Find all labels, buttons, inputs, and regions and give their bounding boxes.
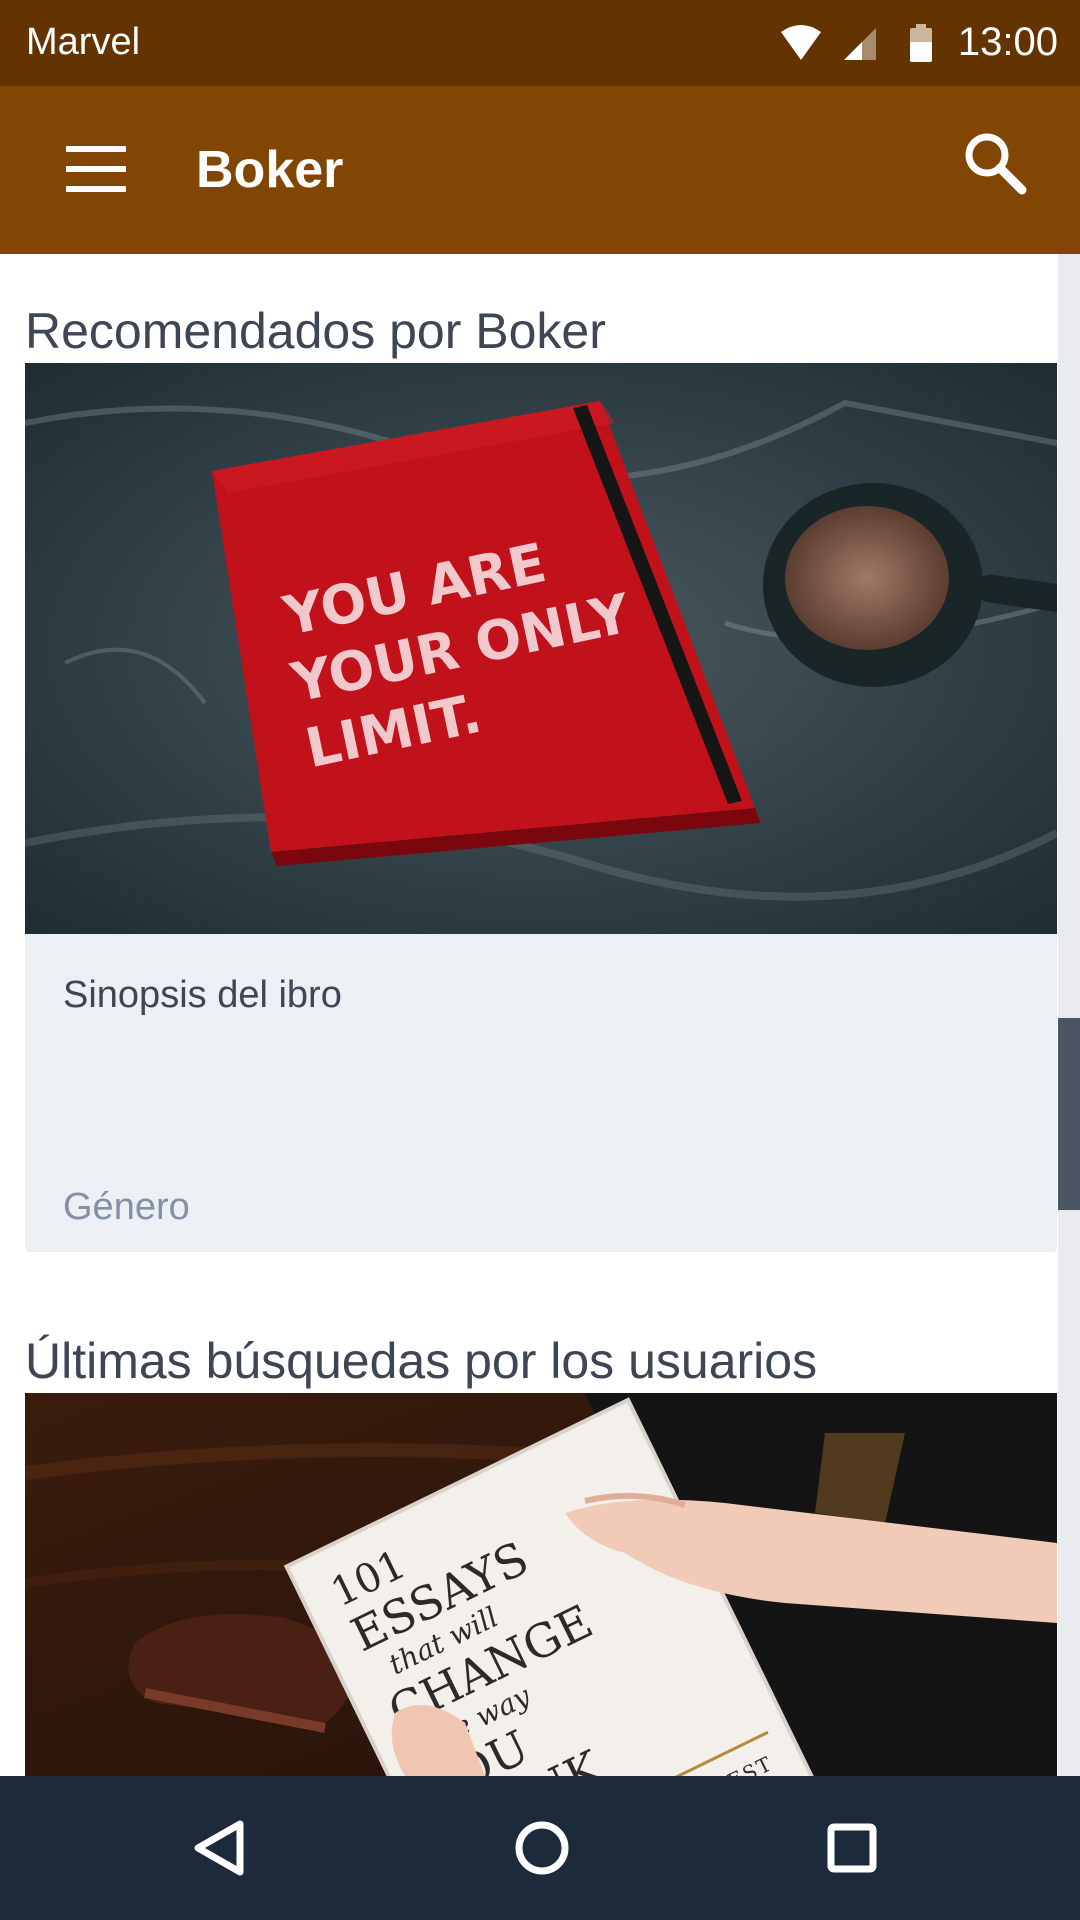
wifi-icon: [781, 25, 821, 60]
status-time: 13:00: [957, 20, 1058, 64]
content-scroll-area[interactable]: Recomendados por Boker YOU ARE YOUR ONLY…: [0, 254, 1080, 1776]
app-title: Boker: [196, 141, 344, 199]
recommended-book-info[interactable]: Sinopsis del ibro Género: [25, 934, 1057, 1252]
recents-icon[interactable]: [802, 1798, 902, 1898]
battery-icon: [910, 24, 932, 62]
app-bar: Boker: [0, 86, 1080, 254]
section-title-latest: Últimas búsquedas por los usuarios: [25, 1333, 818, 1389]
book-genre[interactable]: Género: [63, 1186, 190, 1229]
status-app-name: Marvel: [26, 21, 141, 63]
search-icon[interactable]: [956, 124, 1036, 204]
recommended-book-image[interactable]: YOU ARE YOUR ONLY LIMIT.: [25, 363, 1057, 934]
status-icons: [780, 22, 960, 64]
status-bar: Marvel 13:00: [0, 0, 1080, 86]
scrollbar-track[interactable]: [1058, 254, 1080, 1776]
book-synopsis: Sinopsis del ibro: [63, 974, 342, 1016]
back-icon[interactable]: [168, 1798, 268, 1898]
scrollbar-thumb[interactable]: [1058, 1018, 1080, 1210]
signal-icon: [844, 28, 876, 60]
latest-search-book-image[interactable]: 101 ESSAYS that will CHANGE the way YOU …: [25, 1393, 1057, 1776]
system-nav-bar: [0, 1776, 1080, 1920]
home-icon[interactable]: [492, 1798, 592, 1898]
hamburger-menu-icon[interactable]: [52, 130, 138, 210]
section-title-recommended: Recomendados por Boker: [25, 303, 606, 359]
